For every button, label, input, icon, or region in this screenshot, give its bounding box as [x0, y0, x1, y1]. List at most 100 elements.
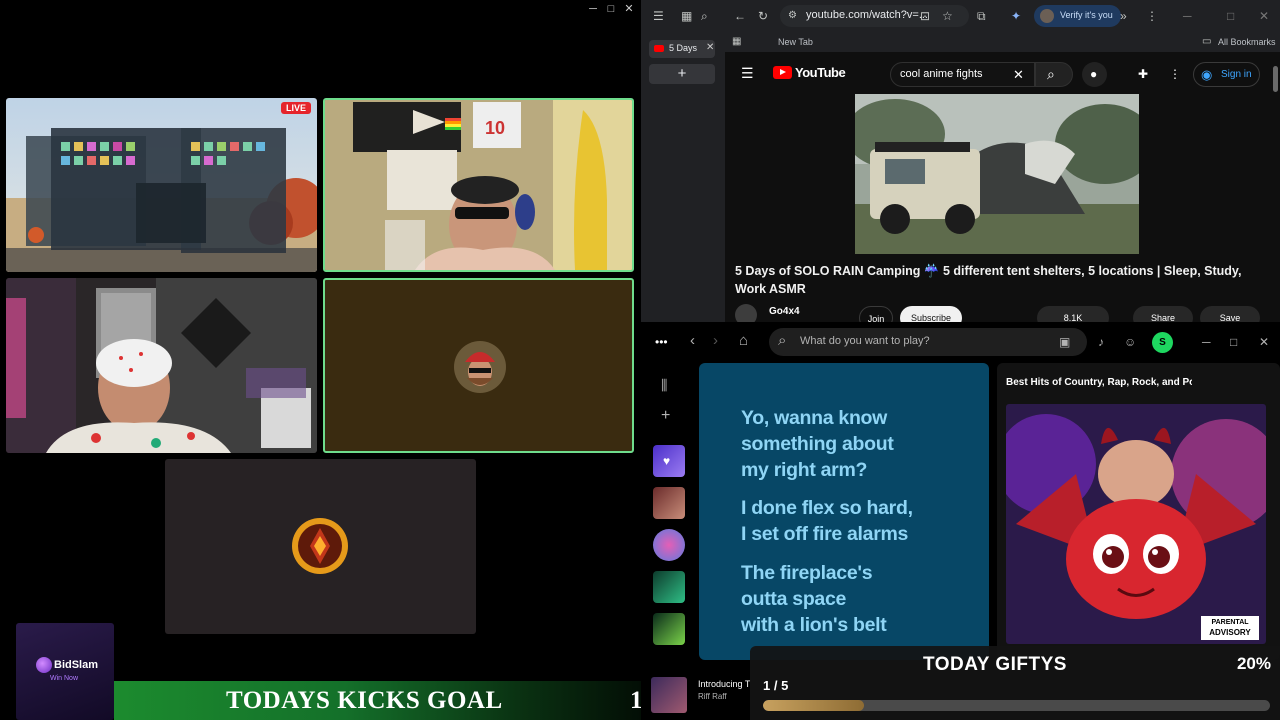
more-tabs-icon[interactable]: »: [1120, 8, 1127, 24]
notifications-icon[interactable]: ♪: [1098, 334, 1104, 350]
close-icon[interactable]: ✕: [620, 2, 638, 16]
forward-icon[interactable]: ›: [713, 333, 718, 349]
bookmarks-bar: ▦ New Tab ▭ All Bookmarks: [725, 32, 1280, 52]
settings-more-icon[interactable]: ⋮: [1169, 66, 1181, 82]
lyric-line[interactable]: with a lion's belt: [741, 612, 887, 638]
minimize-icon[interactable]: ─: [584, 2, 602, 16]
create-playlist-icon[interactable]: +: [661, 408, 670, 424]
close-icon[interactable]: ✕: [1259, 8, 1269, 24]
youtube-wordmark: YouTube: [795, 65, 846, 80]
search-placeholder: What do you want to play?: [800, 335, 930, 347]
clear-search-icon[interactable]: ✕: [1013, 67, 1024, 83]
hamburger-menu-icon[interactable]: ☰: [741, 65, 754, 81]
join-button[interactable]: Join: [859, 306, 893, 322]
webcam-tile-glasses[interactable]: 10: [323, 98, 634, 272]
lyric-line[interactable]: Yo, wanna know: [741, 405, 887, 431]
avatar-tile-fire-logo[interactable]: [165, 459, 476, 634]
sign-in-button[interactable]: ◉ Sign in: [1193, 62, 1260, 87]
bidslam-name: BidSlam: [54, 659, 99, 671]
playlist-title[interactable]: Best Hits of Country, Rap, Rock, and Po: [1006, 377, 1192, 388]
save-button[interactable]: Save: [1200, 306, 1260, 322]
lyric-line[interactable]: I set off fire alarms: [741, 521, 908, 547]
library-artist[interactable]: [653, 529, 685, 561]
channel-name[interactable]: Go4x4: [769, 306, 800, 317]
avatar-red-hat: [454, 341, 506, 393]
voice-search-button[interactable]: ●: [1082, 62, 1107, 87]
kicks-goal-bar: TODAYS KICKS GOAL 1000: [114, 681, 690, 720]
advisory-top: PARENTAL: [1211, 619, 1249, 626]
new-tab-button[interactable]: +: [649, 64, 715, 84]
profile-avatar: [1040, 9, 1054, 23]
reload-icon[interactable]: ↻: [758, 8, 768, 24]
bookmark-new-tab[interactable]: New Tab: [778, 37, 813, 47]
giftys-progress-fill: [763, 700, 865, 711]
install-icon[interactable]: ⊡: [920, 8, 930, 24]
verify-chip[interactable]: Verify it's you: [1034, 5, 1121, 27]
live-badge: LIVE: [280, 102, 311, 114]
gemini-icon[interactable]: ✦: [1011, 8, 1021, 24]
lyric-line[interactable]: outta space: [741, 586, 846, 612]
back-icon[interactable]: ←: [734, 8, 746, 24]
track-title[interactable]: Introducing T: [698, 679, 750, 689]
channel-avatar[interactable]: [735, 304, 757, 322]
tab-search-icon[interactable]: ⌕: [701, 8, 708, 24]
advisory-bottom: ADVISORY: [1209, 628, 1251, 637]
call-window: ─ □ ✕ LIVE 10 BidSlam Win Now TODAYS KIC…: [0, 0, 690, 720]
subscribe-button[interactable]: Subscribe: [900, 306, 962, 322]
tab-label: 5 Days: [669, 43, 698, 53]
verify-label: Verify it's you: [1060, 10, 1113, 20]
share-button[interactable]: Share: [1133, 306, 1193, 322]
extensions-icon[interactable]: ⧉: [977, 8, 986, 24]
scrollbar-thumb[interactable]: [1273, 66, 1278, 92]
webcam-tile-hat[interactable]: [6, 278, 317, 453]
minimize-icon[interactable]: ─: [1202, 334, 1211, 350]
track-artist[interactable]: Riff Raff: [698, 692, 727, 701]
giftys-percent: 20%: [1236, 654, 1271, 673]
giftys-progress-track: [763, 700, 1270, 711]
address-bar[interactable]: ⚙ youtube.com/watch?v=...: [780, 5, 969, 27]
avatar-tile-red-hat[interactable]: [323, 278, 634, 453]
home-icon[interactable]: ⌂: [739, 333, 748, 349]
tab-grid-icon[interactable]: ▦: [681, 8, 692, 24]
library-icon[interactable]: ⫼: [661, 377, 667, 393]
all-bookmarks[interactable]: All Bookmarks: [1218, 37, 1276, 47]
maximize-icon[interactable]: □: [602, 2, 620, 16]
bookmark-star-icon[interactable]: ☆: [942, 8, 953, 24]
search-button[interactable]: ⌕: [1035, 62, 1073, 87]
lyric-line[interactable]: I done flex so hard,: [741, 495, 913, 521]
back-icon[interactable]: ‹: [690, 333, 695, 349]
lyric-line[interactable]: something about: [741, 431, 894, 457]
search-icon: ⌕: [778, 332, 787, 349]
like-button[interactable]: 8.1K: [1037, 306, 1109, 322]
video-player[interactable]: [855, 94, 1139, 254]
game-stream-tile[interactable]: LIVE: [6, 98, 317, 272]
tab-youtube[interactable]: 5 Days ✕: [649, 40, 715, 58]
spotify-search-input[interactable]: ⌕ What do you want to play? ▣: [769, 328, 1087, 356]
library-playlist[interactable]: [653, 571, 685, 603]
close-icon[interactable]: ✕: [1259, 334, 1269, 350]
menu-dots-icon[interactable]: •••: [655, 334, 668, 350]
youtube-search-input[interactable]: cool anime fights ✕: [890, 62, 1035, 87]
library-playlist[interactable]: [653, 613, 685, 645]
youtube-logo[interactable]: YouTube: [773, 65, 846, 80]
maximize-icon[interactable]: □: [1230, 334, 1237, 350]
menu-icon[interactable]: ⋮: [1146, 8, 1158, 24]
browse-icon[interactable]: ▣: [1059, 334, 1070, 350]
track-thumbnail[interactable]: [651, 677, 687, 713]
create-icon[interactable]: ✚: [1138, 66, 1148, 82]
maximize-icon[interactable]: □: [1227, 8, 1234, 24]
apps-icon[interactable]: ▦: [732, 34, 741, 50]
tab-close-icon[interactable]: ✕: [706, 42, 714, 53]
sidebar-toggle-icon[interactable]: ☰: [653, 8, 664, 24]
minimize-icon[interactable]: ─: [1183, 8, 1192, 24]
friends-icon[interactable]: ☺: [1124, 334, 1136, 350]
site-info-icon[interactable]: ⚙: [788, 8, 797, 24]
lyric-line[interactable]: my right arm?: [741, 457, 867, 483]
library-playlist[interactable]: [653, 487, 685, 519]
window-controls: ─ □ ✕: [584, 2, 638, 16]
liked-songs-item[interactable]: ♥: [653, 445, 685, 477]
bidslam-promo[interactable]: BidSlam Win Now: [16, 623, 114, 720]
giftys-title: TODAY GIFTYS: [923, 654, 1067, 675]
lyric-line[interactable]: The fireplace's: [741, 560, 873, 586]
user-avatar[interactable]: S: [1152, 332, 1173, 353]
